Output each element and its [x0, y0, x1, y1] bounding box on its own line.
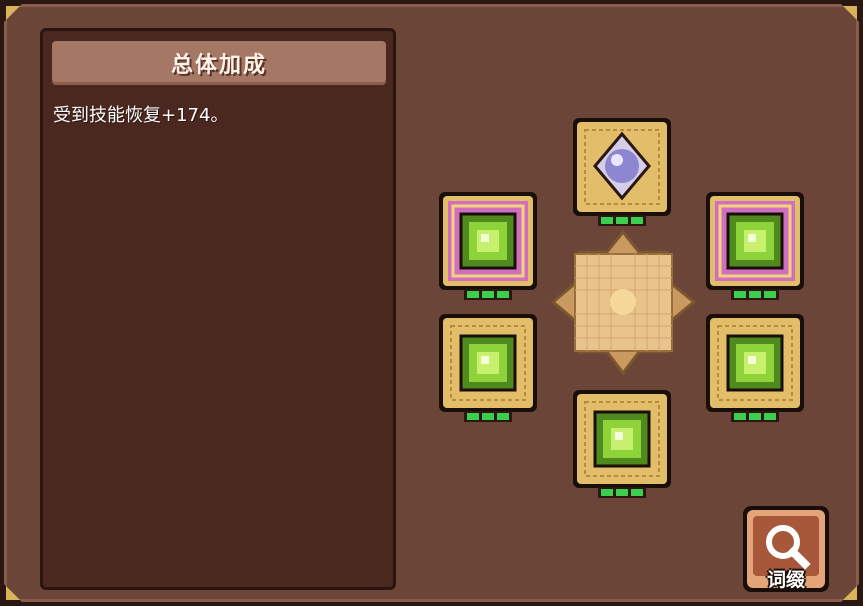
gem-level-pips — [731, 411, 779, 422]
corner-ornament — [4, 4, 22, 22]
corner-ornament — [841, 584, 859, 602]
bonus-line: 受到技能恢复+174。 — [53, 105, 229, 126]
affix-button[interactable]: 词缀 — [741, 504, 831, 594]
affix-button-label: 词缀 — [766, 569, 805, 591]
panel-title-bar: 总体加成 — [52, 41, 386, 85]
corner-ornament — [841, 4, 859, 22]
gem-level-pips — [598, 487, 646, 498]
gem-level-pips — [598, 215, 646, 226]
gem-slot-lower-right[interactable] — [704, 312, 806, 422]
corner-ornament — [4, 584, 22, 602]
gem-slot-upper-left[interactable] — [437, 190, 539, 300]
gem-level-pips — [464, 411, 512, 422]
center-socket-ornament — [550, 229, 697, 376]
gem-slot-top[interactable] — [571, 116, 673, 226]
gem-level-pips — [464, 289, 512, 300]
gem-slot-bottom[interactable] — [571, 388, 673, 498]
bonus-panel: 总体加成 受到技能恢复+174。 — [40, 28, 396, 590]
gem-level-pips — [731, 289, 779, 300]
window-frame: 总体加成 受到技能恢复+174。 词缀 — [0, 0, 863, 606]
gem-slot-upper-right[interactable] — [704, 190, 806, 300]
panel-title: 总体加成 — [170, 53, 267, 78]
gem-slot-lower-left[interactable] — [437, 312, 539, 422]
